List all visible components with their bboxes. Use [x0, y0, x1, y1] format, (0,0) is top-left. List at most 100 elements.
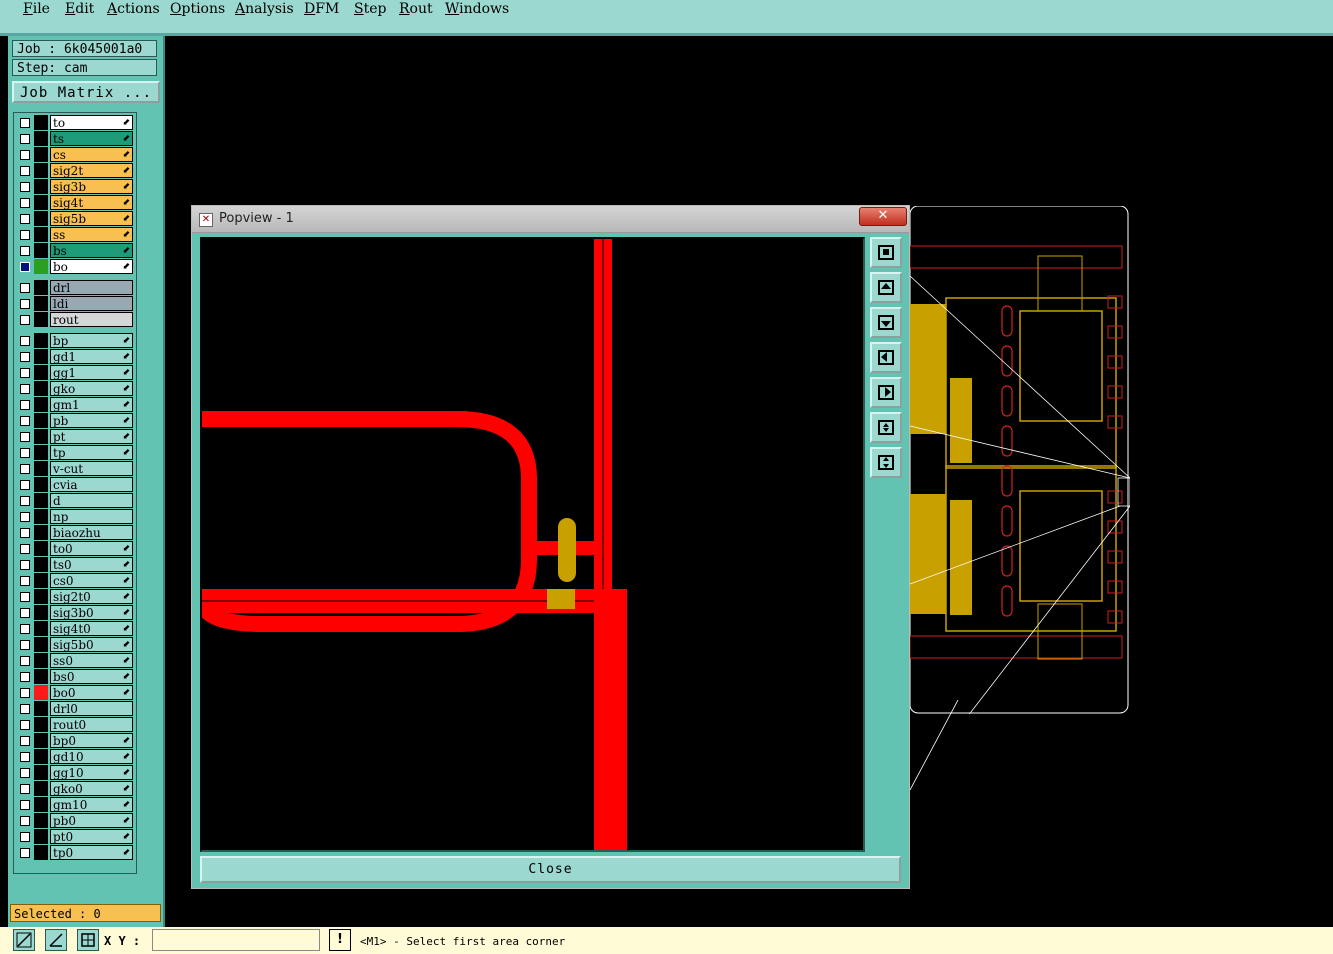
layer-name[interactable]: cs0 ⬋ [50, 573, 133, 588]
layer-color-swatch[interactable] [34, 429, 48, 444]
layer-color-swatch[interactable] [34, 605, 48, 620]
layer-name[interactable]: pb ⬋ [50, 413, 133, 428]
layer-name[interactable]: ts ⬋ [50, 131, 133, 146]
layer-color-swatch[interactable] [34, 765, 48, 780]
pan-right-button[interactable] [870, 377, 902, 408]
layer-row-d[interactable]: d [16, 493, 134, 508]
layer-row-gg1[interactable]: gg1 ⬋ [16, 365, 134, 380]
layer-row-tp0[interactable]: tp0 ⬋ [16, 845, 134, 860]
layer-checkbox[interactable] [20, 480, 30, 490]
layer-checkbox[interactable] [20, 624, 30, 634]
layer-row-rout0[interactable]: rout0 [16, 717, 134, 732]
layer-name[interactable]: gg10 ⬋ [50, 765, 133, 780]
layer-row-pb[interactable]: pb ⬋ [16, 413, 134, 428]
layer-name[interactable]: pt ⬋ [50, 429, 133, 444]
layer-color-swatch[interactable] [34, 131, 48, 146]
layer-row-sig3b0[interactable]: sig3b0 ⬋ [16, 605, 134, 620]
layer-row-np[interactable]: np [16, 509, 134, 524]
layer-color-swatch[interactable] [34, 589, 48, 604]
layer-color-swatch[interactable] [34, 653, 48, 668]
layer-row-cs0[interactable]: cs0 ⬋ [16, 573, 134, 588]
layer-row-ldi[interactable]: ldi [16, 296, 134, 311]
pcb-canvas[interactable] [910, 206, 1130, 714]
layer-name[interactable]: biaozhu [50, 525, 133, 540]
layer-checkbox[interactable] [20, 496, 30, 506]
layer-name[interactable]: sig5b ⬋ [50, 211, 133, 226]
zoom-window-button[interactable] [870, 237, 902, 268]
layer-color-swatch[interactable] [34, 381, 48, 396]
pan-up-button[interactable] [870, 272, 902, 303]
layer-row-ts0[interactable]: ts0 ⬋ [16, 557, 134, 572]
layer-name[interactable]: tp ⬋ [50, 445, 133, 460]
layer-color-swatch[interactable] [34, 685, 48, 700]
layer-checkbox[interactable] [20, 800, 30, 810]
layer-color-swatch[interactable] [34, 115, 48, 130]
layer-checkbox[interactable] [20, 688, 30, 698]
layer-color-swatch[interactable] [34, 813, 48, 828]
layer-color-swatch[interactable] [34, 413, 48, 428]
layer-checkbox[interactable] [20, 528, 30, 538]
layer-checkbox[interactable] [20, 432, 30, 442]
layer-row-sig5b[interactable]: sig5b ⬋ [16, 211, 134, 226]
layer-name[interactable]: v-cut [50, 461, 133, 476]
layer-name[interactable]: gko ⬋ [50, 381, 133, 396]
layer-name[interactable]: pt0 ⬋ [50, 829, 133, 844]
layer-checkbox[interactable] [20, 315, 30, 325]
layer-row-gd10[interactable]: gd10 ⬋ [16, 749, 134, 764]
layer-name[interactable]: sig4t0 ⬋ [50, 621, 133, 636]
layer-name[interactable]: gd1 ⬋ [50, 349, 133, 364]
pan-left-button[interactable] [870, 342, 902, 373]
layer-name[interactable]: sig5b0 ⬋ [50, 637, 133, 652]
layer-checkbox[interactable] [20, 118, 30, 128]
layer-checkbox[interactable] [20, 656, 30, 666]
layer-row-pt[interactable]: pt ⬋ [16, 429, 134, 444]
layer-checkbox[interactable] [20, 816, 30, 826]
layer-color-swatch[interactable] [34, 749, 48, 764]
layer-color-swatch[interactable] [34, 557, 48, 572]
layer-checkbox[interactable] [20, 134, 30, 144]
layer-row-bp0[interactable]: bp0 ⬋ [16, 733, 134, 748]
layer-row-sig4t[interactable]: sig4t ⬋ [16, 195, 134, 210]
layer-row-biaozhu[interactable]: biaozhu [16, 525, 134, 540]
layer-row-tp[interactable]: tp ⬋ [16, 445, 134, 460]
layer-color-swatch[interactable] [34, 701, 48, 716]
layer-row-sig2t0[interactable]: sig2t0 ⬋ [16, 589, 134, 604]
layer-row-rout[interactable]: rout [16, 312, 134, 327]
layer-row-drl0[interactable]: drl0 [16, 701, 134, 716]
layer-row-ss[interactable]: ss ⬋ [16, 227, 134, 242]
layer-row-gko[interactable]: gko ⬋ [16, 381, 134, 396]
layer-row-pt0[interactable]: pt0 ⬋ [16, 829, 134, 844]
layer-row-to0[interactable]: to0 ⬋ [16, 541, 134, 556]
layer-name[interactable]: bo ⬋ [50, 259, 133, 274]
layer-checkbox[interactable] [20, 400, 30, 410]
close-button[interactable]: Close [200, 856, 901, 883]
layer-name[interactable]: gko0 ⬋ [50, 781, 133, 796]
layer-checkbox[interactable] [20, 848, 30, 858]
layer-row-sig3b[interactable]: sig3b ⬋ [16, 179, 134, 194]
layer-checkbox[interactable] [20, 262, 30, 272]
layer-checkbox[interactable] [20, 352, 30, 362]
layer-color-swatch[interactable] [34, 829, 48, 844]
menu-actions[interactable]: Actions [107, 0, 160, 18]
layer-color-swatch[interactable] [34, 573, 48, 588]
layer-name[interactable]: sig3b ⬋ [50, 179, 133, 194]
menu-dfm[interactable]: DFM [304, 0, 339, 18]
layer-color-swatch[interactable] [34, 280, 48, 295]
layer-row-bo[interactable]: bo ⬋ [16, 259, 134, 274]
layer-row-cs[interactable]: cs ⬋ [16, 147, 134, 162]
layer-color-swatch[interactable] [34, 333, 48, 348]
layer-name[interactable]: cs ⬋ [50, 147, 133, 162]
layer-row-bs[interactable]: bs ⬋ [16, 243, 134, 258]
layer-name[interactable]: sig2t ⬋ [50, 163, 133, 178]
layer-row-sig5b0[interactable]: sig5b0 ⬋ [16, 637, 134, 652]
layer-row-sig2t[interactable]: sig2t ⬋ [16, 163, 134, 178]
pan-down-button[interactable] [870, 307, 902, 338]
layer-checkbox[interactable] [20, 560, 30, 570]
layer-row-bp[interactable]: bp ⬋ [16, 333, 134, 348]
layer-checkbox[interactable] [20, 214, 30, 224]
layer-row-gm10[interactable]: gm10 ⬋ [16, 797, 134, 812]
menu-step[interactable]: Step [354, 0, 386, 18]
layer-color-swatch[interactable] [34, 147, 48, 162]
layer-color-swatch[interactable] [34, 845, 48, 860]
layer-checkbox[interactable] [20, 512, 30, 522]
